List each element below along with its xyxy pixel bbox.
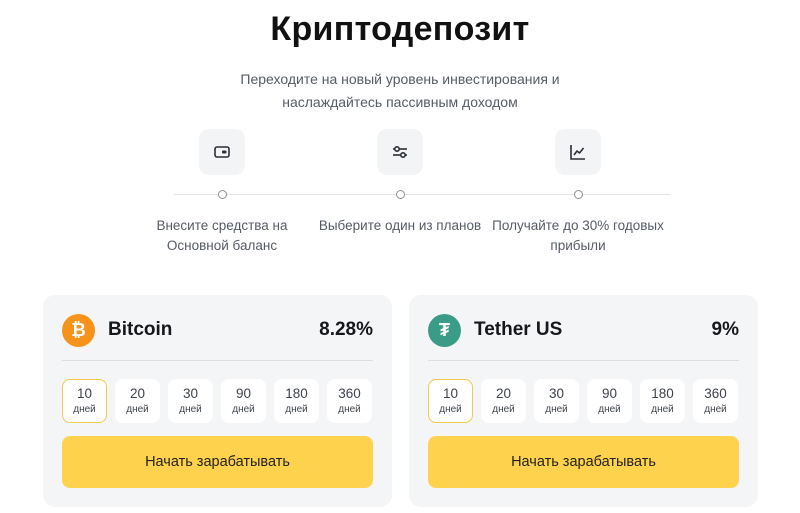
period-option[interactable]: 20 дней	[481, 379, 526, 423]
period-days: 90	[235, 386, 252, 401]
step-choose-plan: Выберите один из планов	[310, 129, 490, 233]
period-unit: дней	[651, 404, 674, 415]
period-unit: дней	[704, 404, 727, 415]
period-option[interactable]: 10 дней	[62, 379, 107, 423]
period-option[interactable]: 360 дней	[327, 379, 372, 423]
period-unit: дней	[598, 404, 621, 415]
period-option[interactable]: 360 дней	[693, 379, 738, 423]
period-days: 360	[338, 386, 361, 401]
card-header: ₿ Bitcoin 8.28%	[62, 313, 373, 347]
deposit-card-bitcoin: ₿ Bitcoin 8.28% 10 дней 20 дней 30 дней 90 д…	[43, 295, 392, 507]
wallet-icon	[199, 129, 245, 175]
chart-line-icon	[555, 129, 601, 175]
step-label: Внесите средства на Основной баланс	[122, 216, 322, 256]
period-unit: дней	[545, 404, 568, 415]
period-days: 10	[442, 386, 459, 401]
period-days: 10	[76, 386, 93, 401]
period-days: 90	[601, 386, 618, 401]
period-option[interactable]: 30 дней	[534, 379, 579, 423]
step-label: Выберите один из планов	[300, 216, 500, 236]
step-earn: Получайте до 30% годовых прибыли	[488, 129, 668, 253]
period-option[interactable]: 90 дней	[587, 379, 632, 423]
steps-timeline	[174, 194, 670, 195]
timeline-dot	[396, 190, 405, 199]
period-unit: дней	[179, 404, 202, 415]
subtitle-line: наслаждайтесь пассивным доходом	[282, 94, 518, 110]
step-text: Получайте до 30% годовых	[492, 218, 664, 233]
step-deposit: Внесите средства на Основной баланс	[132, 129, 312, 253]
tether-icon: ₮	[428, 313, 461, 347]
period-option[interactable]: 90 дней	[221, 379, 266, 423]
period-days: 30	[548, 386, 565, 401]
page-title: Криптодепозит	[270, 10, 530, 48]
period-days: 30	[182, 386, 199, 401]
period-unit: дней	[285, 404, 308, 415]
step-text: Выберите один из планов	[318, 218, 482, 233]
period-option[interactable]: 30 дней	[168, 379, 213, 423]
start-earning-button[interactable]: Начать зарабатывать	[62, 436, 373, 488]
sliders-icon	[377, 129, 423, 175]
period-unit: дней	[439, 404, 462, 415]
period-days: 360	[704, 386, 727, 401]
coin-name: Bitcoin	[108, 319, 173, 340]
card-header: ₮ Tether US 9%	[428, 313, 739, 347]
coin-rate: 8.28%	[319, 319, 373, 340]
step-text: Внесите средства на	[156, 218, 288, 233]
divider	[428, 360, 739, 361]
deposit-card-tether: ₮ Tether US 9% 10 дней 20 дней 30 дней 90 дн…	[409, 295, 758, 507]
step-text: Основной баланс	[166, 238, 278, 253]
timeline-dot	[574, 190, 583, 199]
period-days: 180	[285, 386, 308, 401]
period-unit: дней	[492, 404, 515, 415]
start-earning-button[interactable]: Начать зарабатывать	[428, 436, 739, 488]
period-days: 20	[495, 386, 512, 401]
period-unit: дней	[126, 404, 149, 415]
period-unit: дней	[232, 404, 255, 415]
divider	[62, 360, 373, 361]
period-selector: 10 дней 20 дней 30 дней 90 дней 180 дней 360 д…	[62, 379, 372, 423]
subtitle-line: Переходите на новый уровень инвестирован…	[240, 71, 560, 87]
period-days: 20	[129, 386, 146, 401]
page-subtitle: Переходите на новый уровень инвестирован…	[0, 68, 800, 114]
period-unit: дней	[73, 404, 96, 415]
period-selector: 10 дней 20 дней 30 дней 90 дней 180 дней 360 д…	[428, 379, 738, 423]
timeline-dot	[218, 190, 227, 199]
step-label: Получайте до 30% годовых прибыли	[478, 216, 678, 256]
period-option[interactable]: 20 дней	[115, 379, 160, 423]
step-text: прибыли	[550, 238, 606, 253]
period-option[interactable]: 10 дней	[428, 379, 473, 423]
bitcoin-icon: ₿	[62, 313, 95, 347]
period-option[interactable]: 180 дней	[640, 379, 685, 423]
period-unit: дней	[338, 404, 361, 415]
coin-rate: 9%	[711, 319, 739, 340]
period-option[interactable]: 180 дней	[274, 379, 319, 423]
period-days: 180	[651, 386, 674, 401]
coin-name: Tether US	[474, 319, 563, 340]
